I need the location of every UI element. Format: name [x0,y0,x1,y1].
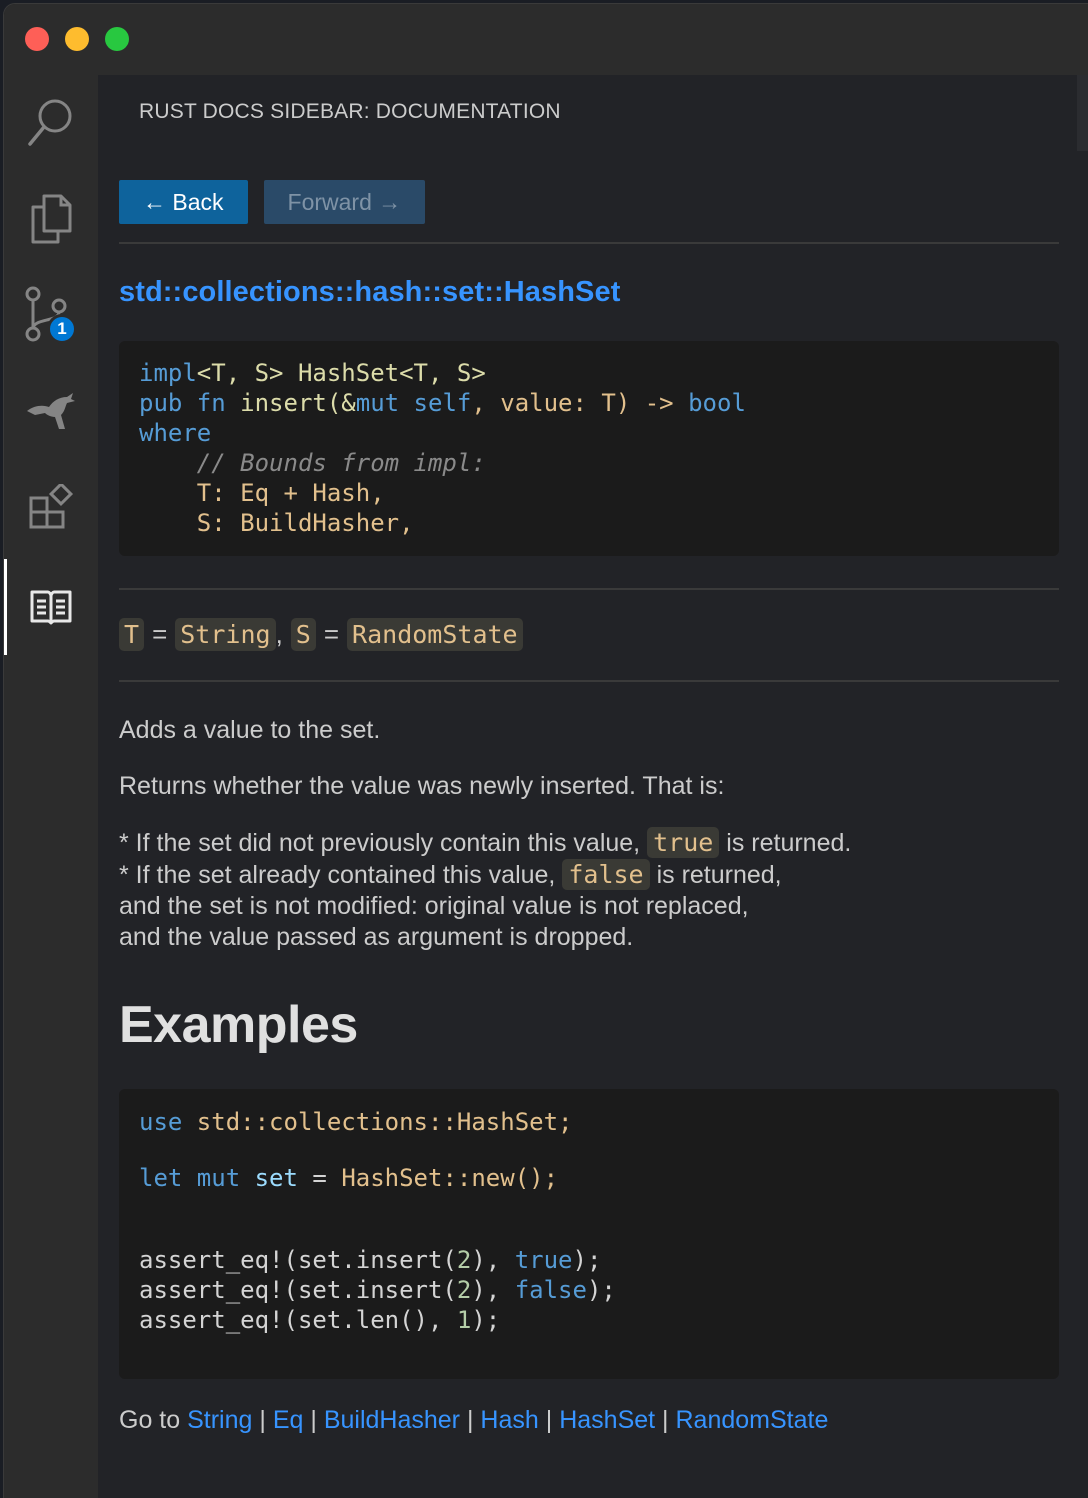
goto-link-randomstate[interactable]: RandomState [676,1406,829,1434]
divider [119,588,1059,590]
title-bar [4,4,1088,75]
activity-search[interactable] [4,83,98,163]
examples-heading: Examples [119,996,358,1054]
bullet-line: * If the set did not previously contain … [119,827,852,858]
comma: , [275,618,283,649]
returns-text: Returns whether the value was newly inse… [119,772,725,800]
link-separator: | [466,1406,474,1434]
signature-line: impl<T, S> HashSet<T, S> [139,359,486,387]
item-path-title: std::collections::hash::set::HashSet [119,276,621,308]
activity-extensions[interactable] [4,467,98,547]
generic-value-string: String [175,617,276,651]
activity-source-control[interactable]: 1 [4,275,98,355]
goto-link-hash[interactable]: Hash [480,1406,538,1434]
link-separator: | [259,1406,266,1434]
code-line: assert_eq!(set.insert(2), true); [139,1246,602,1274]
activity-bar: 1 [4,75,98,1498]
scrollbar[interactable] [1077,75,1088,151]
returns-details: * If the set did not previously contain … [119,827,1059,953]
summary-text: Adds a value to the set. [119,716,381,744]
link-separator: | [310,1406,317,1434]
bullet-line: and the set is not modified: original va… [119,892,749,920]
generic-params: T = String , S = RandomState [119,614,1059,654]
goto-links: Go to String | Eq | BuildHasher | Hash |… [119,1406,1059,1435]
extensions-icon [28,484,74,530]
doc-content: ← Back Forward → std::collections::hash:… [119,180,1059,1435]
code-line: let mut set = HashSet::new(); [139,1164,559,1192]
panel-title: RUST DOCS SIDEBAR: DOCUMENTATION [139,100,561,123]
generic-name-s: S [290,617,316,651]
link-separator: | [662,1406,669,1434]
code-line: assert_eq!(set.insert(2), false); [139,1276,616,1304]
activity-explorer[interactable] [4,179,98,259]
signature-block: impl<T, S> HashSet<T, S> pub fn insert(&m… [119,341,1059,556]
code-line: assert_eq!(set.len(), 1); [139,1306,501,1334]
source-control-badge: 1 [47,314,77,344]
bullet-line: * If the set already contained this valu… [119,859,782,890]
goto-link-buildhasher[interactable]: BuildHasher [324,1406,460,1434]
generic-name-t: T [119,617,145,651]
close-window-button[interactable] [25,27,49,51]
signature-line: where [139,419,212,447]
goto-link-eq[interactable]: Eq [273,1406,304,1434]
bullet-line: and the value passed as argument is drop… [119,923,634,951]
inline-code-false: false [562,859,650,890]
signature-line: pub fn insert(&mut self, value: T) -> bo… [139,389,746,417]
minimize-window-button[interactable] [65,27,89,51]
source-control-icon: 1 [21,284,81,346]
equals-sign: = [152,618,168,649]
signature-line: S: BuildHasher, [139,509,414,537]
kangaroo-icon [25,391,77,431]
activity-rust-docs[interactable] [4,559,98,655]
files-icon [28,193,74,245]
search-icon [26,97,76,149]
history-nav: ← Back Forward → [119,180,1059,225]
link-separator: | [545,1406,553,1434]
divider [119,242,1059,244]
goto-link-hashset[interactable]: HashSet [559,1406,655,1434]
docs-sidebar: RUST DOCS SIDEBAR: DOCUMENTATION ← Back … [98,75,1088,1498]
example-code-block: use std::collections::HashSet;let mut se… [119,1089,1059,1379]
activity-kangaroo[interactable] [4,371,98,451]
goto-label: Go to [119,1406,181,1434]
signature-line: T: Eq + Hash, [139,479,385,507]
divider [119,680,1059,682]
code-line: use std::collections::HashSet; [139,1108,573,1136]
inline-code-true: true [647,827,720,858]
goto-link-string[interactable]: String [187,1406,252,1434]
editor-window: 1 RUST DOCS SIDEBAR: DOCUMENTATION ← Bac… [3,3,1088,1498]
generic-value-randomstate: RandomState [347,617,523,651]
back-button[interactable]: ← Back [119,180,248,224]
signature-line: // Bounds from impl: [139,449,486,477]
zoom-window-button[interactable] [105,27,129,51]
equals-sign: = [323,618,340,649]
book-icon [29,588,73,626]
forward-button[interactable]: Forward → [263,180,426,224]
